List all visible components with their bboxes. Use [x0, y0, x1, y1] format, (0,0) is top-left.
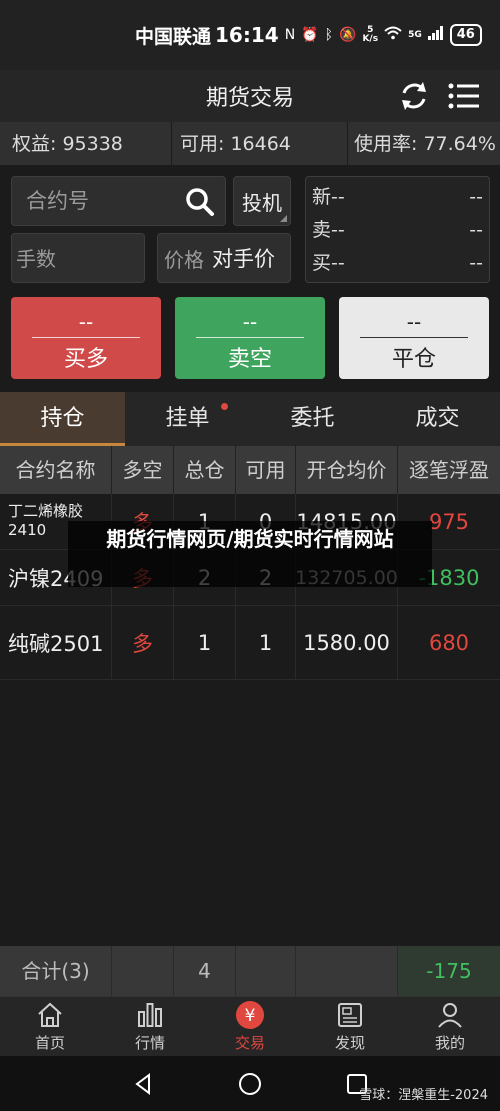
available-funds: 可用: 16464 [172, 121, 348, 166]
divider [32, 337, 140, 338]
sell-price: -- [242, 310, 258, 334]
wifi-icon [384, 26, 402, 44]
summary-label: 合计(3) [0, 946, 112, 996]
contract-field[interactable] [11, 176, 226, 226]
contract-name: 纯碱2501 [0, 606, 112, 679]
page-title: 期货交易 [205, 86, 294, 111]
quote-row-ask: 卖-- -- [312, 219, 483, 241]
header-avg-price: 开仓均价 [296, 446, 398, 494]
notification-dot [221, 403, 228, 410]
network-type: 5G [408, 29, 422, 40]
quote-panel: 新-- -- 卖-- -- 买-- -- [305, 176, 490, 283]
header-contract: 合约名称 [0, 446, 112, 494]
summary-avg [296, 946, 398, 996]
price-label: 价格 [164, 247, 204, 272]
quote-row-bid: 买-- -- [312, 252, 483, 274]
account-summary: 权益: 95338 可用: 16464 使用率: 77.64% [0, 121, 500, 166]
usage-rate: 使用率: 77.64% [354, 132, 496, 155]
refresh-icon[interactable] [396, 78, 432, 114]
battery-icon: 46 [449, 24, 482, 46]
menu-icon[interactable] [446, 78, 482, 114]
summary-row: 合计(3) 4 -175 [0, 946, 500, 996]
watermark-caption: 期货行情网页/期货实时行情网站 [68, 521, 432, 587]
close-label: 平仓 [391, 347, 436, 372]
summary-total: 4 [174, 946, 236, 996]
bottom-nav: 首页 行情 ¥ 交易 发现 我的 [0, 996, 500, 1056]
status-icons: N ⏰ ᛒ 🔕 5 K/s 5G 46 [285, 24, 482, 46]
yen-icon: ¥ [236, 1001, 264, 1029]
table-row[interactable]: 纯碱2501 多 1 1 1580.00 680 [0, 606, 500, 680]
speculate-label: 投机 [242, 190, 282, 215]
signal-icon [427, 26, 444, 44]
net-speed: 5 K/s [362, 25, 379, 44]
price-value: 对手价 [212, 247, 275, 271]
header-direction: 多空 [112, 446, 174, 494]
header-total: 总仓 [174, 446, 236, 494]
bluetooth-icon: ᛒ [324, 27, 334, 43]
summary-available [236, 946, 296, 996]
available-position: 1 [236, 606, 296, 679]
chart-icon [138, 1003, 162, 1027]
divider [196, 337, 304, 338]
summary-direction [112, 946, 174, 996]
dropdown-corner-icon [280, 215, 287, 222]
floating-pnl: 680 [428, 630, 470, 655]
sell-label: 卖空 [227, 347, 272, 372]
alarm-icon: ⏰ [301, 27, 319, 43]
summary-pnl: -175 [398, 946, 500, 996]
tab-pending[interactable]: 挂单 [125, 392, 250, 446]
price-field[interactable]: 价格 对手价 [157, 233, 291, 283]
buy-long-button[interactable]: -- 买多 [11, 297, 161, 379]
order-form: 投机 价格 对手价 新---- 卖---- 买---- -- 买多 -- 卖空 … [0, 166, 500, 392]
buy-price: -- [78, 310, 94, 334]
back-icon[interactable] [131, 1072, 155, 1096]
credit-text: 雪球：涅槃重生-2024 [359, 1088, 488, 1103]
header-pnl: 逐笔浮盈 [409, 458, 489, 482]
nav-trade[interactable]: ¥ 交易 [200, 997, 300, 1056]
table-header: 合约名称 多空 总仓 可用 开仓均价 逐笔浮盈 [0, 446, 500, 494]
header-available: 可用 [236, 446, 296, 494]
nav-market[interactable]: 行情 [100, 997, 200, 1056]
search-icon[interactable] [185, 187, 215, 217]
tab-orders[interactable]: 委托 [250, 392, 375, 446]
equity-value: 权益: 95338 [0, 121, 172, 166]
sell-short-button[interactable]: -- 卖空 [175, 297, 325, 379]
direction: 多 [112, 606, 174, 679]
position-tabs: 持仓 挂单 委托 成交 [0, 392, 500, 446]
divider [360, 337, 468, 338]
nav-profile[interactable]: 我的 [400, 997, 500, 1056]
mute-icon: 🔕 [339, 27, 357, 43]
total-position: 1 [174, 606, 236, 679]
carrier-name: 中国联通 [135, 25, 212, 48]
quantity-input[interactable] [16, 247, 136, 271]
avg-open-price: 1580.00 [296, 606, 398, 679]
close-position-button[interactable]: -- 平仓 [339, 297, 489, 379]
home-icon [38, 1002, 62, 1027]
news-icon [338, 1003, 362, 1027]
svg-text:¥: ¥ [245, 1006, 256, 1026]
speculate-select[interactable]: 投机 [233, 176, 291, 226]
tab-positions[interactable]: 持仓 [0, 392, 125, 446]
nav-discover[interactable]: 发现 [300, 997, 400, 1056]
nfc-icon: N [284, 27, 296, 43]
user-icon [438, 1003, 462, 1028]
contract-input[interactable] [26, 189, 186, 213]
close-price: -- [406, 310, 422, 334]
clock: 16:14 [215, 23, 279, 47]
tab-trades[interactable]: 成交 [375, 392, 500, 446]
status-bar: 中国联通 16:14 N ⏰ ᛒ 🔕 5 K/s 5G 46 [0, 0, 500, 70]
buy-label: 买多 [63, 347, 108, 372]
home-circle-icon[interactable] [238, 1072, 262, 1096]
title-bar: 期货交易 [0, 70, 500, 122]
nav-home[interactable]: 首页 [0, 997, 100, 1056]
quote-row-last: 新-- -- [312, 186, 483, 208]
quantity-field[interactable] [11, 233, 145, 283]
